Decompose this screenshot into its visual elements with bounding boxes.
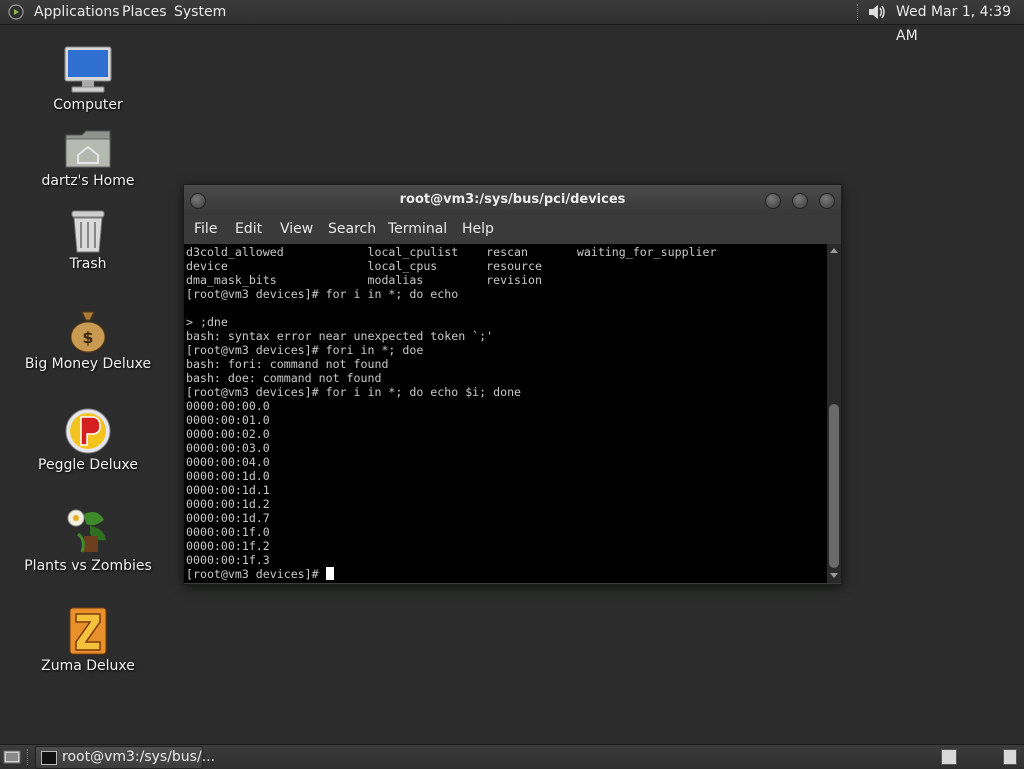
clock[interactable]: Wed Mar 1, 4:39 AM: [896, 0, 1024, 44]
menu-terminal[interactable]: Terminal: [388, 215, 447, 244]
volume-icon[interactable]: [866, 2, 888, 22]
terminal-line: 0000:00:1d.2: [186, 497, 270, 511]
terminal-line: 0000:00:1d.7: [186, 511, 270, 525]
desktop-icon-home[interactable]: dartz's Home: [13, 127, 163, 189]
terminal-line: bash: fori: command not found: [186, 357, 389, 371]
taskbar-button-label: root@vm3:/sys/bus/...: [62, 749, 216, 765]
desktop-icon-label: Zuma Deluxe: [41, 658, 135, 674]
scroll-down-arrow-icon[interactable]: [830, 573, 838, 578]
terminal-line: 0000:00:1f.2: [186, 539, 270, 553]
terminal-line: 0000:00:1d.0: [186, 469, 270, 483]
desktop-icon-plants-vs-zombies[interactable]: Plants vs Zombies: [13, 506, 163, 574]
terminal-line: 0000:00:03.0: [186, 441, 270, 455]
maximize-button[interactable]: [792, 193, 808, 209]
desktop-icon-computer[interactable]: Computer: [13, 45, 163, 113]
terminal-cursor: [325, 567, 334, 580]
applications-menu[interactable]: Applications: [34, 0, 120, 24]
terminal-prompt: [root@vm3 devices]#: [186, 567, 326, 581]
terminal-menubar: File Edit View Search Terminal Help: [184, 215, 841, 244]
desktop-icon-label: Computer: [53, 97, 123, 113]
money-bag-icon: $: [70, 311, 106, 353]
terminal-line: bash: doe: command not found: [186, 371, 382, 385]
desktop-icon-label: Big Money Deluxe: [24, 356, 152, 372]
desktop-icon-zuma[interactable]: Zuma Deluxe: [13, 606, 163, 674]
terminal-line: [root@vm3 devices]# fori in *; doe: [186, 343, 424, 357]
terminal-scrollbar[interactable]: [827, 244, 841, 583]
terminal-screen[interactable]: d3cold_allowed local_cpulist rescan wait…: [184, 244, 827, 583]
svg-text:$: $: [82, 328, 93, 347]
terminal-prompt-line: [root@vm3 devices]#: [186, 567, 716, 581]
home-folder-icon: [65, 130, 111, 168]
workspace-switcher-2[interactable]: [1003, 749, 1017, 765]
menu-view[interactable]: View: [280, 215, 313, 244]
desktop-icon-label: Plants vs Zombies: [24, 558, 152, 574]
desktop-icon-label: Trash: [69, 256, 107, 272]
terminal-line: [root@vm3 devices]# for i in *; do echo …: [186, 385, 522, 399]
terminal-line: d3cold_allowed local_cpulist rescan wait…: [186, 245, 717, 259]
terminal-line: bash: syntax error near unexpected token…: [186, 329, 494, 343]
terminal-icon: [41, 751, 57, 765]
computer-icon: [64, 46, 112, 93]
terminal-output: d3cold_allowed local_cpulist rescan wait…: [186, 245, 716, 581]
terminal-line: > ;dne: [186, 315, 228, 329]
terminal-line: 0000:00:02.0: [186, 427, 270, 441]
system-menu[interactable]: System: [174, 0, 226, 24]
places-menu[interactable]: Places: [122, 0, 167, 24]
bottom-panel: root@vm3:/sys/bus/...: [0, 744, 1024, 769]
scrollbar-thumb[interactable]: [829, 404, 839, 568]
minimize-button[interactable]: [765, 193, 781, 209]
workspace-switcher-1[interactable]: [941, 749, 957, 765]
window-titlebar[interactable]: root@vm3:/sys/bus/pci/devices: [184, 185, 841, 215]
scroll-up-arrow-icon[interactable]: [830, 248, 838, 253]
zuma-icon: [69, 607, 107, 655]
desktop-icon-label: Peggle Deluxe: [38, 457, 138, 473]
terminal-line: 0000:00:04.0: [186, 455, 270, 469]
terminal-line: 0000:00:1d.1: [186, 483, 270, 497]
terminal-line: 0000:00:01.0: [186, 413, 270, 427]
window-title: root@vm3:/sys/bus/pci/devices: [399, 192, 626, 207]
peggle-icon: [65, 408, 111, 454]
terminal-line: dma_mask_bits modalias revision: [186, 273, 542, 287]
terminal-line: 0000:00:1f.3: [186, 553, 270, 567]
terminal-line: device local_cpus resource: [186, 259, 542, 273]
taskbar-terminal-button[interactable]: root@vm3:/sys/bus/...: [35, 746, 215, 769]
panel-separator: [27, 749, 30, 765]
desktop-icon-big-money[interactable]: $ Big Money Deluxe: [13, 308, 163, 372]
trash-icon: [71, 210, 105, 253]
terminal-line: [root@vm3 devices]# for i in *; do echo: [186, 287, 459, 301]
show-desktop-icon[interactable]: [3, 749, 21, 765]
menu-file[interactable]: File: [194, 215, 217, 244]
gnome-foot-icon[interactable]: [8, 4, 24, 20]
menu-help[interactable]: Help: [462, 215, 494, 244]
desktop-icon-peggle[interactable]: Peggle Deluxe: [13, 407, 163, 473]
terminal-line: 0000:00:1f.0: [186, 525, 270, 539]
close-button[interactable]: [819, 193, 835, 209]
panel-separator: [857, 4, 860, 20]
terminal-window[interactable]: root@vm3:/sys/bus/pci/devices File Edit …: [183, 184, 842, 585]
desktop-icon-trash[interactable]: Trash: [13, 208, 163, 272]
desktop-icon-label: dartz's Home: [41, 173, 135, 189]
menu-search[interactable]: Search: [328, 215, 376, 244]
terminal-line: 0000:00:00.0: [186, 399, 270, 413]
top-panel: Applications Places System Wed Mar 1, 4:…: [0, 0, 1024, 44]
plants-vs-zombies-icon: [67, 509, 106, 553]
menu-edit[interactable]: Edit: [235, 215, 262, 244]
